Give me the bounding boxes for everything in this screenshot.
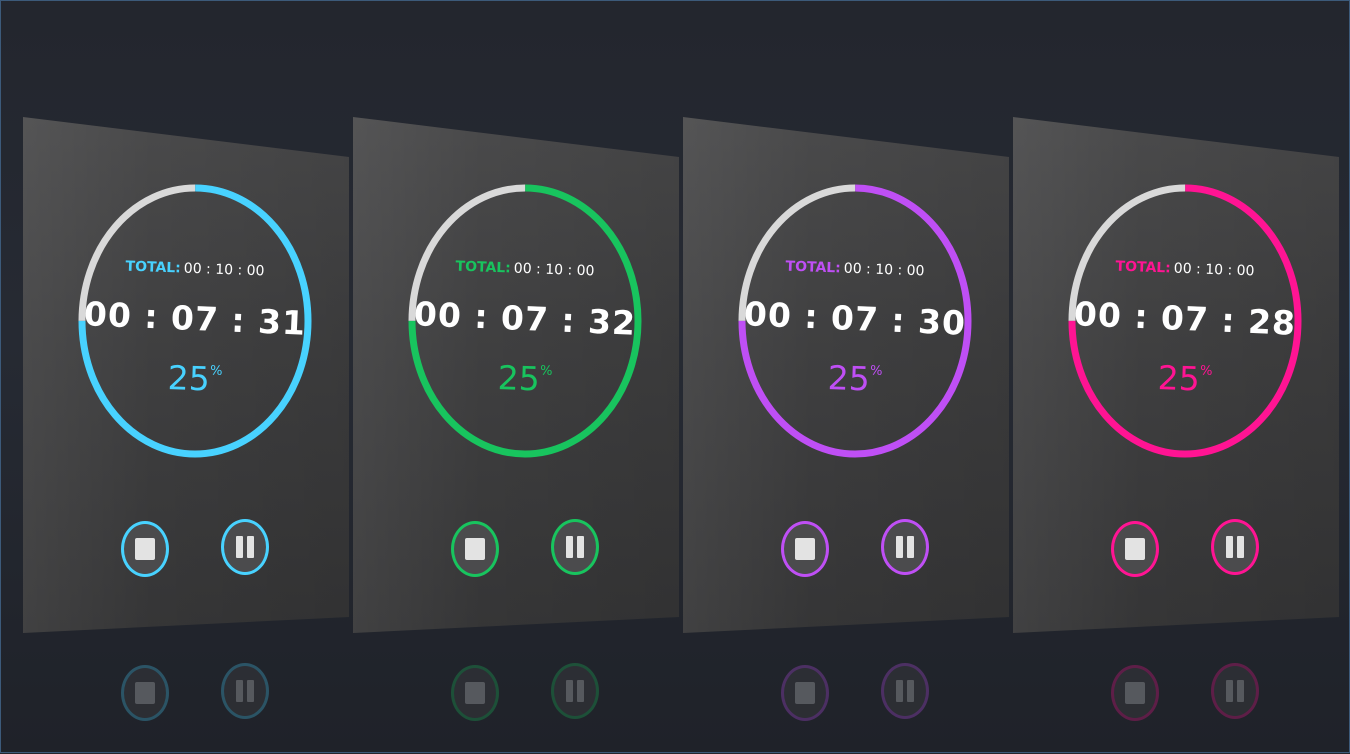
stop-icon — [795, 538, 815, 560]
button-reflection-purple — [683, 661, 1009, 721]
elapsed-time: 00 : 07 : 30 — [743, 294, 967, 343]
pause-button[interactable] — [551, 519, 599, 575]
button-reflection-green — [353, 661, 679, 721]
total-label: TOTAL: — [125, 258, 182, 277]
percent-sign: % — [209, 363, 223, 379]
button-reflection-pink — [1013, 661, 1339, 721]
pause-icon — [566, 680, 584, 702]
percent-readout: 25% — [1064, 355, 1305, 402]
pause-icon — [236, 536, 254, 558]
elapsed-time: 00 : 07 : 32 — [413, 294, 637, 343]
percent-value: 25 — [167, 358, 211, 399]
stop-button-reflection — [1111, 665, 1159, 721]
total-row: TOTAL: 00 : 10 : 00 — [1065, 257, 1305, 281]
timer-card-green: TOTAL: 00 : 10 : 00 00 : 07 : 32 25% — [353, 117, 679, 633]
stop-icon — [1125, 682, 1145, 704]
stop-button[interactable] — [1111, 521, 1159, 577]
elapsed-time: 00 : 07 : 28 — [1073, 294, 1297, 343]
stop-button-reflection — [781, 665, 829, 721]
total-value: 00 : 10 : 00 — [1173, 260, 1255, 280]
total-value: 00 : 10 : 00 — [183, 260, 265, 280]
pause-button[interactable] — [881, 519, 929, 575]
total-value: 00 : 10 : 00 — [843, 260, 925, 280]
total-label: TOTAL: — [1115, 258, 1172, 277]
stop-icon — [465, 538, 485, 560]
stop-icon — [465, 682, 485, 704]
percent-sign: % — [869, 363, 883, 379]
stop-icon — [135, 538, 155, 560]
elapsed-time: 00 : 07 : 31 — [83, 294, 307, 343]
pause-button-reflection — [551, 663, 599, 719]
stop-button-reflection — [451, 665, 499, 721]
button-reflection-blue — [23, 661, 349, 721]
percent-value: 25 — [1157, 358, 1201, 399]
stop-icon — [795, 682, 815, 704]
timer-showcase: TOTAL: 00 : 10 : 00 00 : 07 : 31 25% TOTA… — [1, 1, 1350, 754]
percent-readout: 25% — [404, 355, 645, 402]
total-row: TOTAL: 00 : 10 : 00 — [735, 257, 975, 281]
pause-button-reflection — [1211, 663, 1259, 719]
pause-icon — [1226, 536, 1244, 558]
timer-card-pink: TOTAL: 00 : 10 : 00 00 : 07 : 28 25% — [1013, 117, 1339, 633]
stop-icon — [135, 682, 155, 704]
stop-button-reflection — [121, 665, 169, 721]
total-value: 00 : 10 : 00 — [513, 260, 595, 280]
total-row: TOTAL: 00 : 10 : 00 — [75, 257, 315, 281]
percent-sign: % — [1199, 363, 1213, 379]
timer-readout: TOTAL: 00 : 10 : 00 00 : 07 : 28 25% — [1065, 181, 1305, 461]
total-label: TOTAL: — [455, 258, 512, 277]
total-row: TOTAL: 00 : 10 : 00 — [405, 257, 645, 281]
pause-button[interactable] — [1211, 519, 1259, 575]
percent-value: 25 — [497, 358, 541, 399]
pause-icon — [1226, 680, 1244, 702]
pause-icon — [566, 536, 584, 558]
timer-readout: TOTAL: 00 : 10 : 00 00 : 07 : 31 25% — [75, 181, 315, 461]
pause-button[interactable] — [221, 519, 269, 575]
pause-icon — [896, 680, 914, 702]
percent-readout: 25% — [734, 355, 975, 402]
stop-icon — [1125, 538, 1145, 560]
stop-button[interactable] — [781, 521, 829, 577]
pause-icon — [236, 680, 254, 702]
pause-button-reflection — [881, 663, 929, 719]
pause-icon — [896, 536, 914, 558]
percent-readout: 25% — [74, 355, 315, 402]
pause-button-reflection — [221, 663, 269, 719]
timer-card-blue: TOTAL: 00 : 10 : 00 00 : 07 : 31 25% — [23, 117, 349, 633]
timer-card-purple: TOTAL: 00 : 10 : 00 00 : 07 : 30 25% — [683, 117, 1009, 633]
total-label: TOTAL: — [785, 258, 842, 277]
percent-sign: % — [539, 363, 553, 379]
stop-button[interactable] — [121, 521, 169, 577]
timer-readout: TOTAL: 00 : 10 : 00 00 : 07 : 30 25% — [735, 181, 975, 461]
stop-button[interactable] — [451, 521, 499, 577]
timer-readout: TOTAL: 00 : 10 : 00 00 : 07 : 32 25% — [405, 181, 645, 461]
percent-value: 25 — [827, 358, 871, 399]
